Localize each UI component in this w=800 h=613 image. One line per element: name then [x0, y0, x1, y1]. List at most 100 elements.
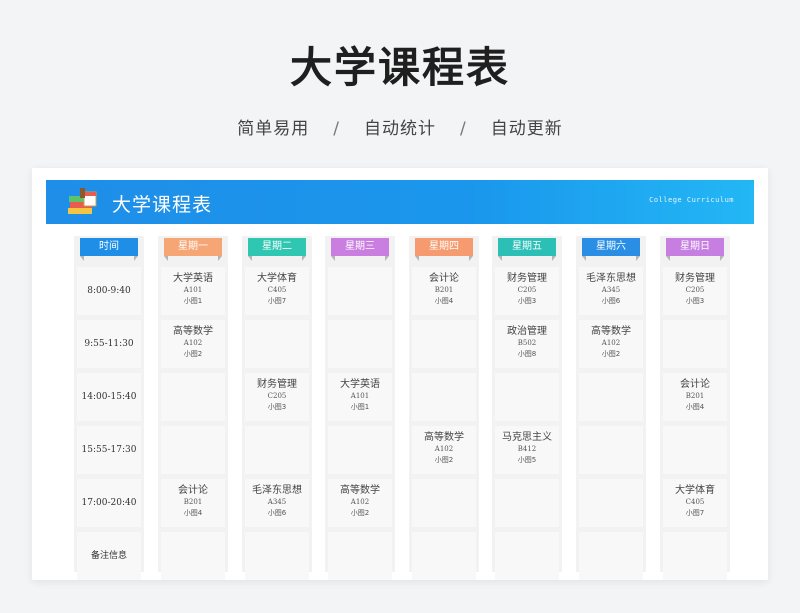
banner-english-title: College Curriculum [649, 196, 734, 204]
course-name: 毛泽东思想 [586, 273, 636, 284]
time-slot-cell: 9:55-11:30 [77, 320, 141, 368]
course-name: 会计论 [178, 485, 208, 496]
course-name: 会计论 [680, 379, 710, 390]
day-header-tue: 星期二 [248, 238, 306, 261]
course-name: 财务管理 [675, 273, 715, 284]
course-name: 高等数学 [424, 432, 464, 443]
time-slot-cell: 14:00-15:40 [77, 373, 141, 421]
banner-title: 大学课程表 [112, 194, 213, 216]
schedule-cell[interactable]: 政治管理 B502 小图8 [495, 320, 559, 368]
schedule-cell[interactable] [412, 479, 476, 527]
time-column-header: 时间 [80, 238, 138, 261]
schedule-cell[interactable] [245, 426, 309, 474]
schedule-cell[interactable]: 会计论 B201 小图4 [412, 267, 476, 315]
schedule-cell[interactable] [663, 532, 727, 580]
schedule-cell[interactable]: 高等数学 A102 小图2 [328, 479, 392, 527]
schedule-cell[interactable] [328, 320, 392, 368]
schedule-cell[interactable]: 大学英语 A101 小图1 [161, 267, 225, 315]
class-group: 小图3 [267, 403, 287, 411]
room-code: A102 [601, 339, 621, 347]
room-code: A101 [183, 286, 203, 294]
schedule-cell[interactable]: 马克思主义 B412 小图5 [495, 426, 559, 474]
day-header-wed: 星期三 [331, 238, 389, 261]
course-name: 财务管理 [257, 379, 297, 390]
schedule-cell[interactable] [412, 373, 476, 421]
schedule-cell[interactable]: 高等数学 A102 小图2 [161, 320, 225, 368]
class-group: 小图3 [517, 297, 537, 305]
schedule-cell[interactable] [579, 373, 643, 421]
time-slot-cell: 8:00-9:40 [77, 267, 141, 315]
class-group: 小图1 [350, 403, 370, 411]
schedule-cell[interactable]: 大学体育 C405 小图7 [663, 479, 727, 527]
schedule-cell[interactable]: 毛泽东思想 A345 小图6 [245, 479, 309, 527]
day-header-mon: 星期一 [164, 238, 222, 261]
notes-cell: 备注信息 [77, 532, 141, 580]
class-group: 小图4 [685, 403, 705, 411]
schedule-cell[interactable] [328, 267, 392, 315]
subtitle-separator: / [333, 119, 340, 139]
schedule-cell[interactable] [663, 426, 727, 474]
course-name: 大学体育 [675, 485, 715, 496]
schedule-cell[interactable]: 高等数学 A102 小图2 [579, 320, 643, 368]
schedule-cell[interactable] [495, 479, 559, 527]
room-code: A345 [601, 286, 621, 294]
day-header-sun: 星期日 [666, 238, 724, 261]
schedule-cell[interactable]: 毛泽东思想 A345 小图6 [579, 267, 643, 315]
course-name: 高等数学 [340, 485, 380, 496]
schedule-cell[interactable] [495, 532, 559, 580]
schedule-cell[interactable]: 会计论 B201 小图4 [663, 373, 727, 421]
books-calendar-icon [68, 188, 97, 214]
room-code: B201 [434, 286, 454, 294]
subtitle-item: 自动统计 [364, 119, 436, 139]
class-group: 小图7 [685, 509, 705, 517]
subtitle-item: 自动更新 [490, 119, 563, 139]
schedule-cell[interactable] [412, 320, 476, 368]
class-group: 小图4 [434, 297, 454, 305]
room-code: A102 [434, 445, 454, 453]
class-group: 小图6 [267, 509, 287, 517]
schedule-cell[interactable] [328, 426, 392, 474]
schedule-cell[interactable] [161, 532, 225, 580]
subtitle: 简单易用 / 自动统计 / 自动更新 [0, 114, 800, 139]
hero-title: 大学课程表 [289, 43, 510, 92]
schedule-cell[interactable]: 财务管理 C205 小图3 [245, 373, 309, 421]
class-group: 小图4 [183, 509, 203, 517]
course-name: 大学体育 [257, 273, 297, 284]
timetable-banner: 大学课程表 College Curriculum [46, 180, 754, 224]
room-code: C205 [267, 392, 287, 400]
class-group: 小图1 [183, 297, 203, 305]
schedule-cell[interactable] [245, 532, 309, 580]
room-code: C205 [517, 286, 537, 294]
schedule-cell[interactable]: 财务管理 C205 小图3 [663, 267, 727, 315]
room-code: B502 [517, 339, 537, 347]
schedule-cell[interactable] [161, 373, 225, 421]
room-code: A102 [350, 498, 370, 506]
schedule-cell[interactable]: 大学英语 A101 小图1 [328, 373, 392, 421]
schedule-cell[interactable] [579, 479, 643, 527]
room-code: A345 [267, 498, 287, 506]
subtitle-separator: / [460, 119, 467, 139]
schedule-cell[interactable]: 财务管理 C205 小图3 [495, 267, 559, 315]
schedule-cell[interactable]: 高等数学 A102 小图2 [412, 426, 476, 474]
room-code: B412 [517, 445, 537, 453]
class-group: 小图8 [517, 350, 537, 358]
timetable-card: 大学课程表 College Curriculum 时间 8:00-9:40 9:55… [32, 168, 768, 580]
schedule-cell[interactable] [161, 426, 225, 474]
class-group: 小图3 [685, 297, 705, 305]
schedule-cell[interactable] [328, 532, 392, 580]
schedule-cell[interactable] [495, 373, 559, 421]
course-name: 财务管理 [507, 273, 547, 284]
day-header-fri: 星期五 [498, 238, 556, 261]
course-name: 大学英语 [340, 379, 380, 390]
time-slot-cell: 15:55-17:30 [77, 426, 141, 474]
schedule-cell[interactable]: 会计论 B201 小图4 [161, 479, 225, 527]
schedule-cell[interactable] [245, 320, 309, 368]
schedule-cell[interactable] [579, 532, 643, 580]
schedule-cell[interactable] [579, 426, 643, 474]
schedule-cell[interactable] [663, 320, 727, 368]
course-name: 高等数学 [173, 326, 213, 337]
schedule-cell[interactable]: 大学体育 C405 小图7 [245, 267, 309, 315]
room-code: B201 [183, 498, 203, 506]
course-name: 政治管理 [507, 326, 547, 337]
schedule-cell[interactable] [412, 532, 476, 580]
